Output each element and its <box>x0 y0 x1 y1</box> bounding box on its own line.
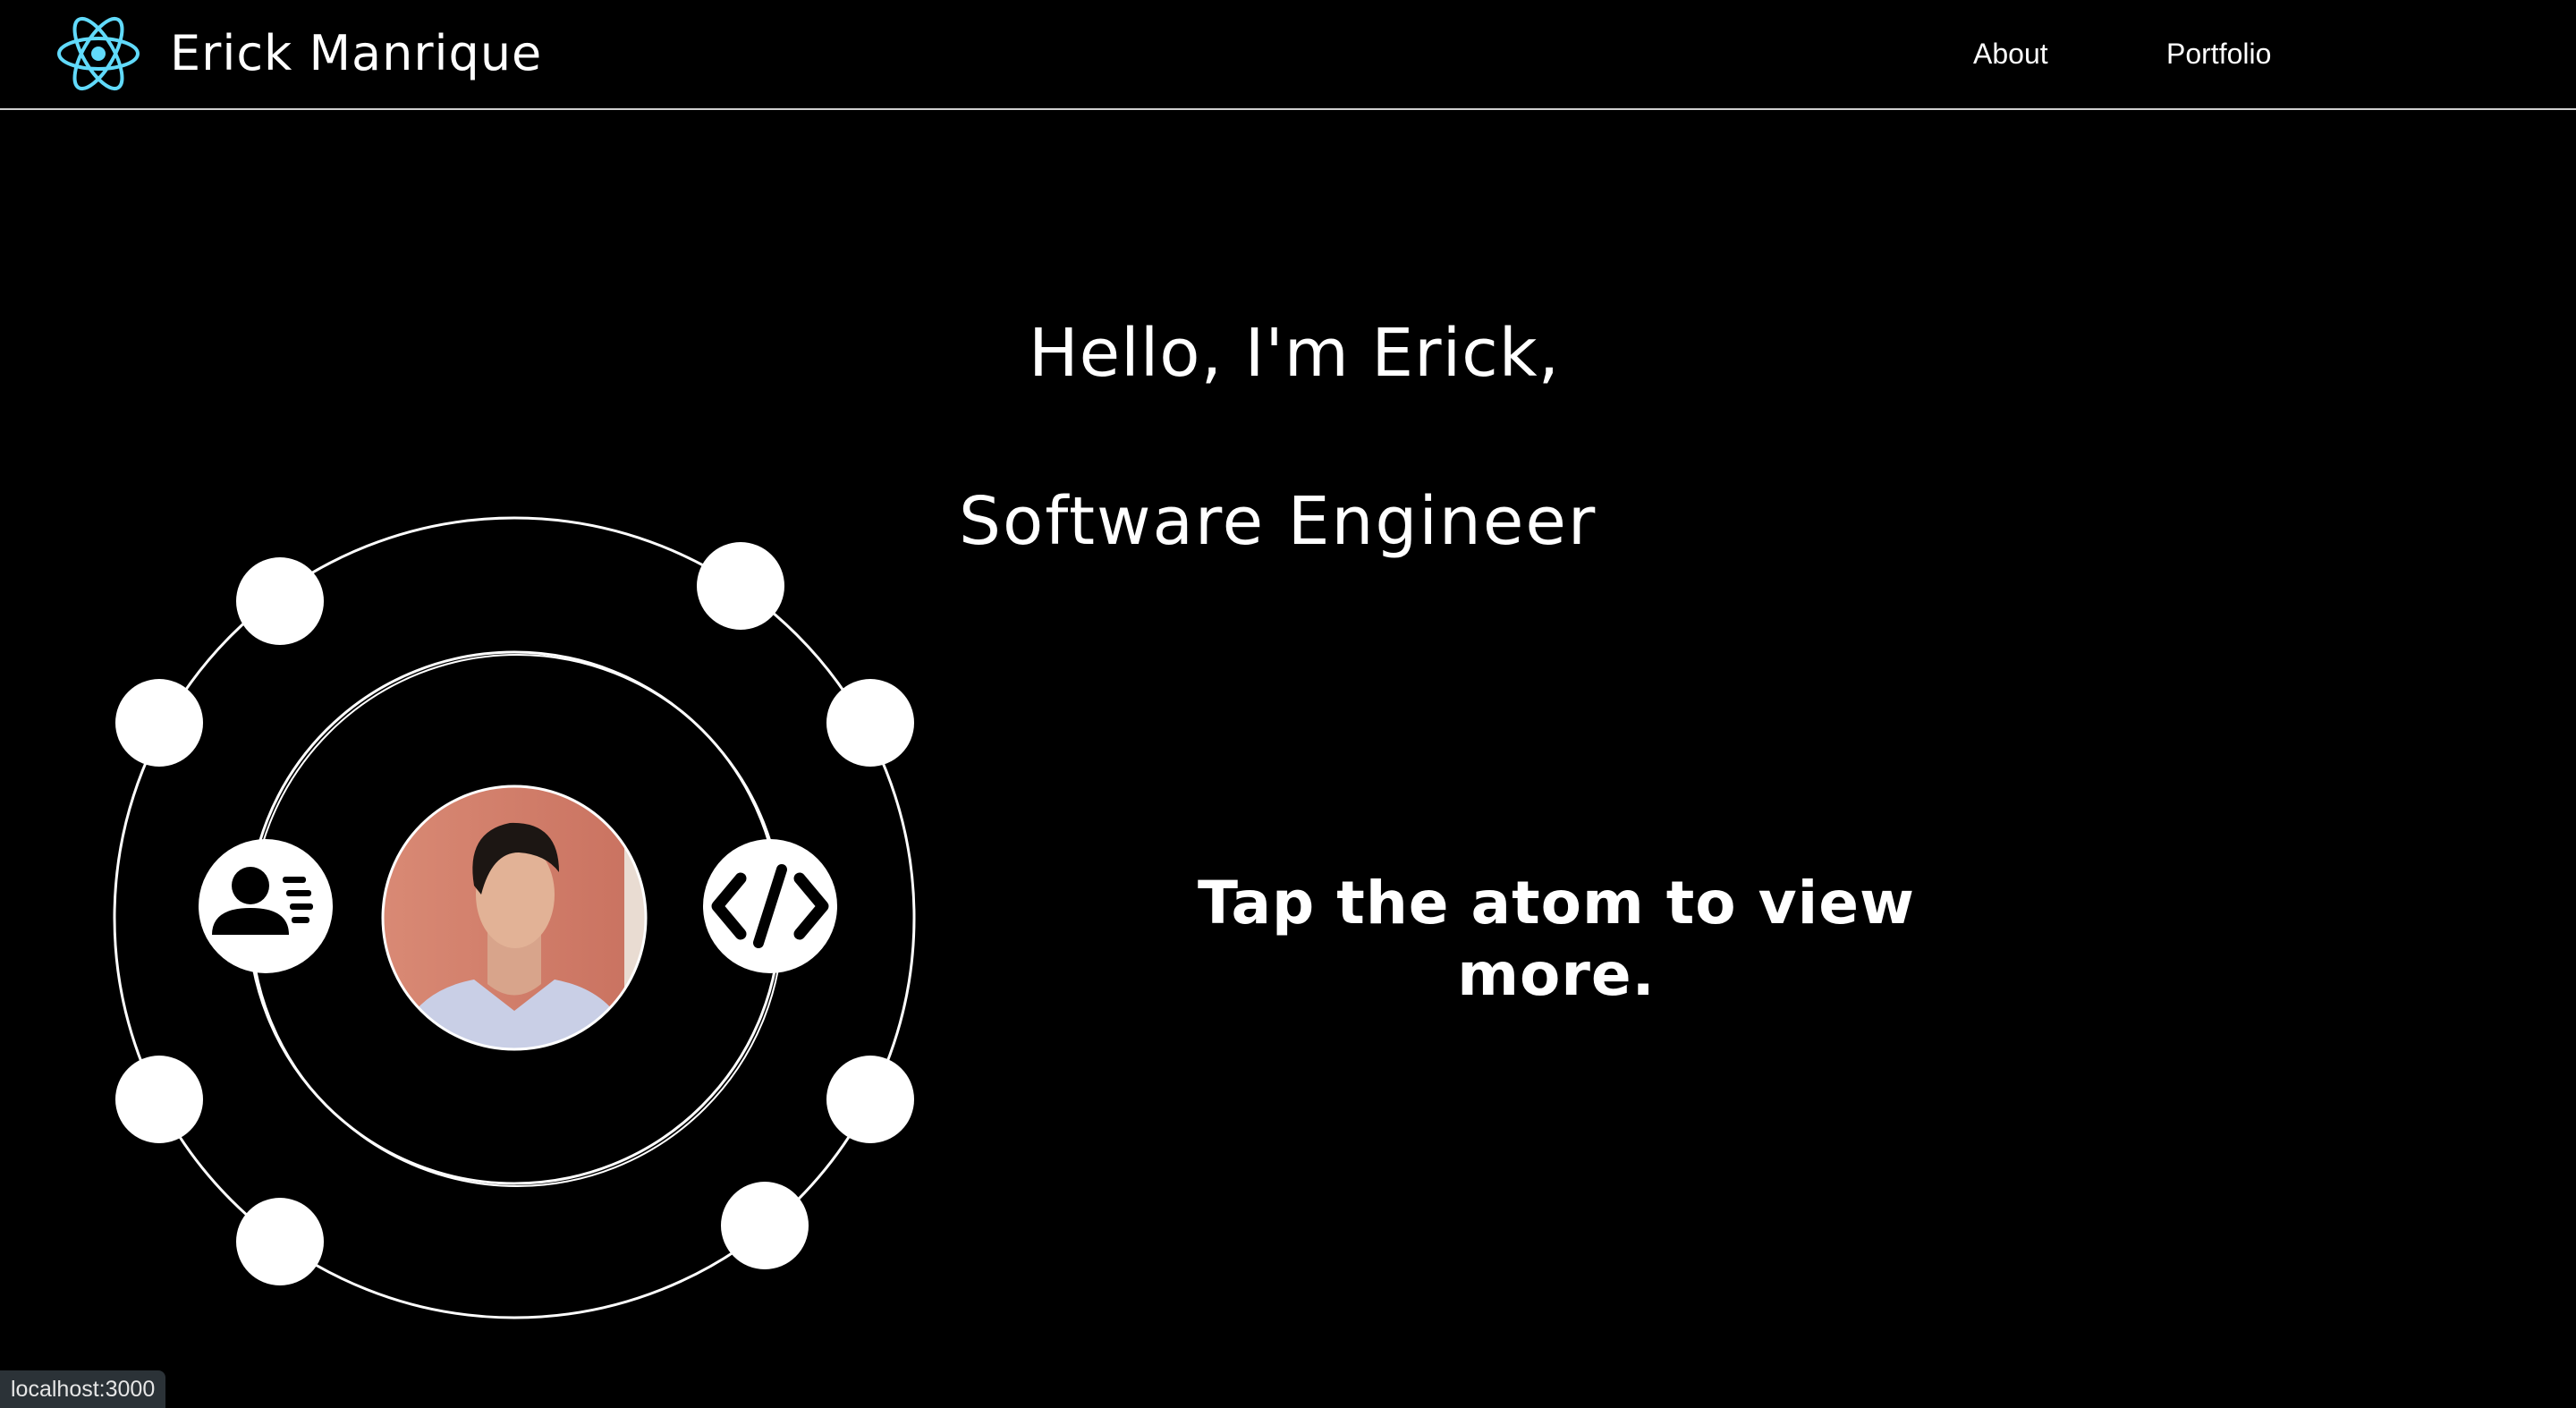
electron <box>826 679 914 767</box>
electron <box>236 1198 324 1285</box>
atom-widget[interactable] <box>107 510 930 1333</box>
atom-logo-icon[interactable] <box>55 7 141 100</box>
electron <box>236 557 324 645</box>
top-nav-bar: Erick Manrique About Portfolio <box>0 0 2576 110</box>
tap-prompt: Tap the atom to view more. <box>1198 869 1915 1009</box>
code-icon[interactable] <box>703 839 837 973</box>
contact-card-icon[interactable] <box>199 839 333 973</box>
brand-name[interactable]: Erick Manrique <box>170 21 542 86</box>
electron <box>115 679 203 767</box>
electron <box>115 1056 203 1143</box>
electron <box>721 1182 809 1269</box>
nav-link-about[interactable]: About <box>1973 34 2048 73</box>
nav-link-portfolio[interactable]: Portfolio <box>2166 34 2271 73</box>
hero-role: Software Engineer <box>959 483 1597 560</box>
status-bar-url: localhost:3000 <box>0 1370 166 1408</box>
portfolio-page: Erick Manrique About Portfolio Hello, I'… <box>0 0 2576 1408</box>
hero-greeting: Hello, I'm Erick, <box>1029 315 1561 392</box>
electron <box>826 1056 914 1143</box>
profile-photo[interactable] <box>376 778 662 1064</box>
electron <box>697 542 784 630</box>
